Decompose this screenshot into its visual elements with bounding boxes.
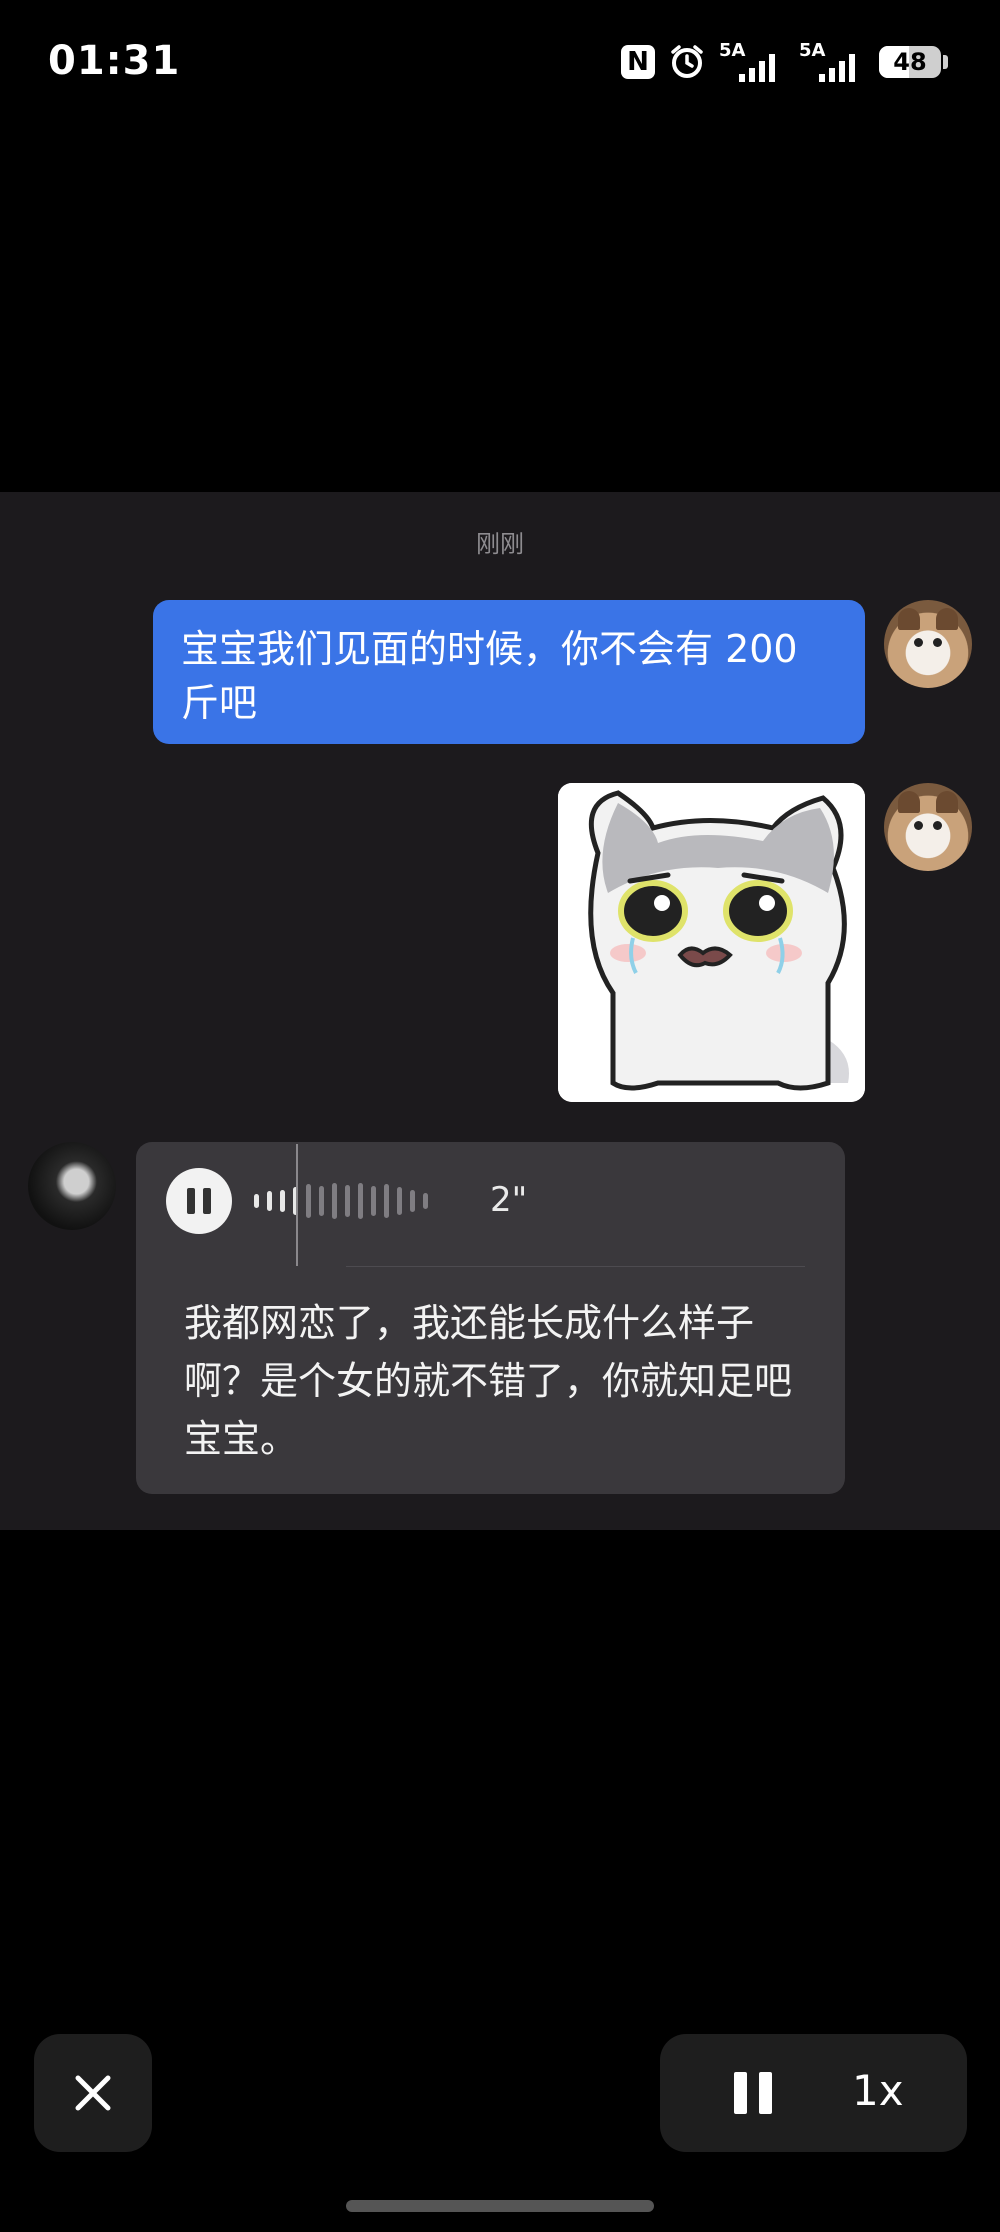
battery-level: 48 — [893, 48, 927, 76]
signal-icon-2: 5A — [799, 40, 865, 82]
status-icons: N 5A 5A 48 — [621, 40, 948, 84]
playback-progress-marker — [296, 1144, 298, 1266]
sent-message-bubble[interactable]: 宝宝我们见面的时候，你不会有 200 斤吧 — [153, 600, 865, 744]
battery-icon: 48 — [879, 46, 941, 78]
message-timestamp: 刚刚 — [476, 530, 524, 558]
battery-cap — [943, 55, 948, 69]
close-button[interactable] — [34, 2034, 152, 2152]
voice-pause-button[interactable] — [166, 1168, 232, 1234]
status-time: 01:31 — [48, 38, 181, 84]
voice-waveform[interactable] — [254, 1178, 428, 1224]
alarm-icon — [669, 44, 705, 80]
voice-duration: 2" — [490, 1180, 528, 1220]
crying-cat-sticker-image — [558, 783, 865, 1102]
voice-transcript: 我都网恋了，我还能长成什么样子啊？是个女的就不错了，你就知足吧宝宝。 — [184, 1301, 793, 1461]
avatar[interactable] — [884, 783, 972, 871]
playback-controls: 1x — [660, 2034, 967, 2152]
close-icon — [75, 2075, 111, 2111]
transcript-divider — [346, 1266, 805, 1267]
avatar[interactable] — [28, 1142, 116, 1230]
avatar[interactable] — [884, 600, 972, 688]
pause-button[interactable] — [734, 2072, 776, 2114]
home-indicator[interactable] — [346, 2200, 654, 2212]
chat-panel: 刚刚 宝宝我们见面的时候，你不会有 200 斤吧 2" 我都网恋了，我还能长成什… — [0, 492, 1000, 1530]
voice-message-bubble[interactable]: 2" 我都网恋了，我还能长成什么样子啊？是个女的就不错了，你就知足吧宝宝。 — [136, 1142, 845, 1494]
crying-cat-sticker[interactable] — [558, 783, 865, 1102]
signal-icon-1: 5A — [719, 40, 785, 82]
nfc-icon: N — [621, 45, 655, 79]
playback-speed-button[interactable]: 1x — [852, 2066, 904, 2115]
